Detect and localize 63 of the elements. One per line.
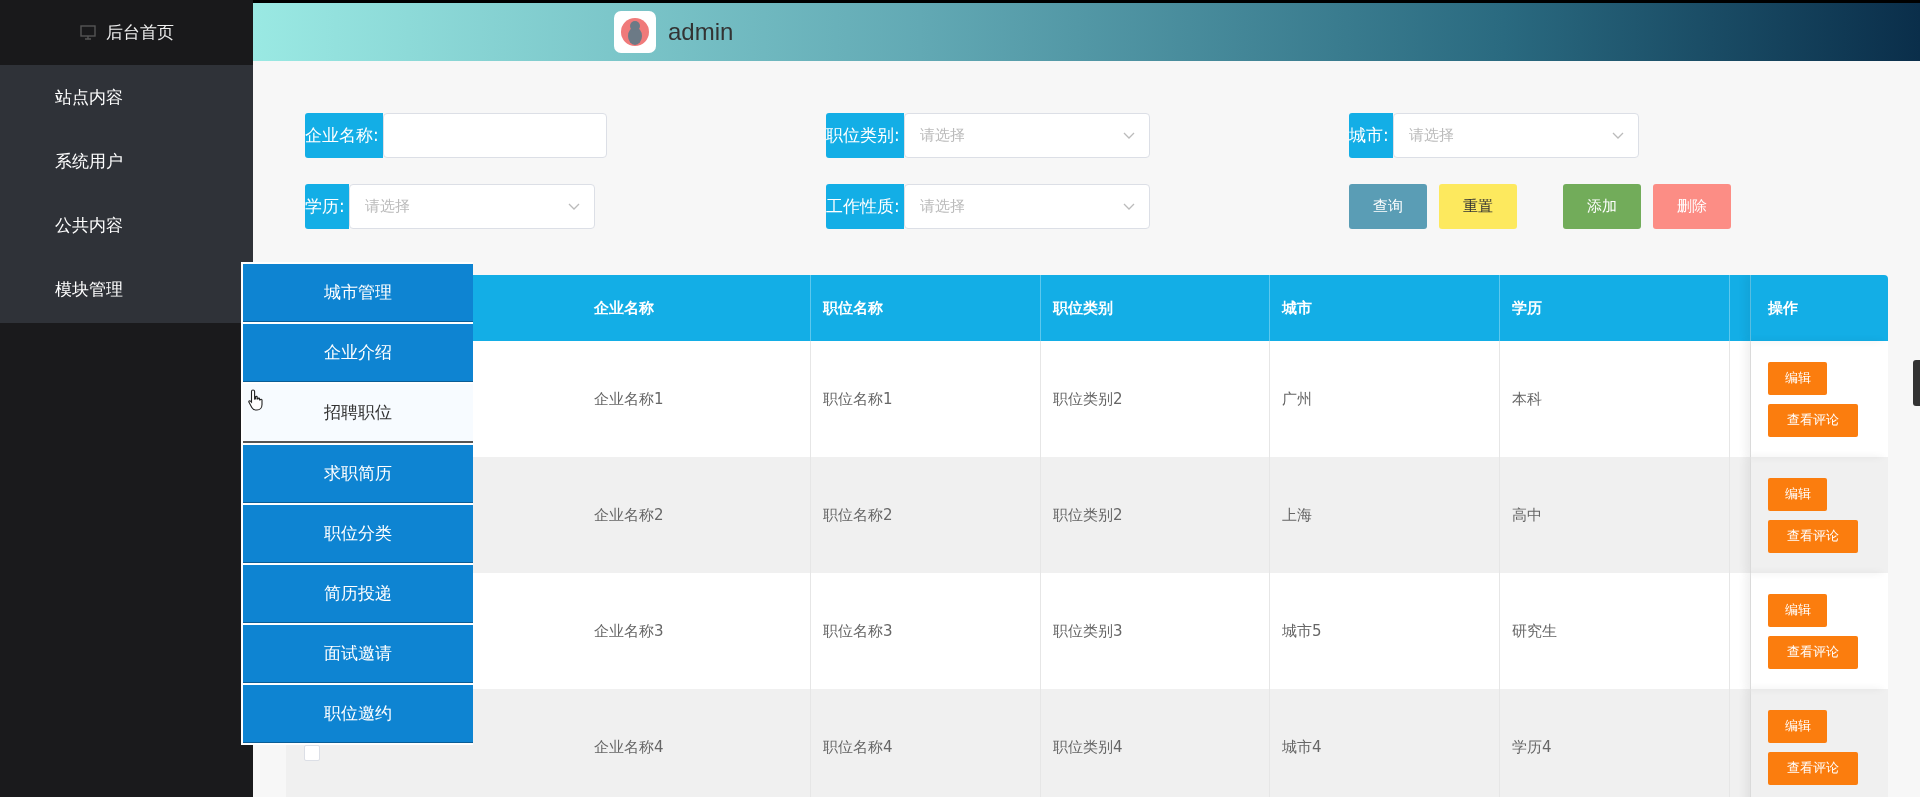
table-cell: 上海 (1282, 505, 1312, 525)
column-header: 操作 (1751, 275, 1888, 342)
action-button[interactable]: 重置 (1439, 184, 1517, 230)
table-cell: 职位名称4 (823, 737, 893, 757)
table-cell: 职位类别3 (1053, 621, 1123, 641)
menu-item[interactable]: 职位邀约 (243, 685, 473, 743)
select-field[interactable]: 请选择 (903, 113, 1150, 159)
edit-button[interactable]: 编辑 (1768, 709, 1827, 743)
field-label: 城市: (1349, 113, 1393, 159)
menu-item[interactable]: 招聘职位 (243, 384, 473, 443)
monitor-icon (79, 25, 96, 40)
field-label: 职位类别: (826, 113, 904, 159)
menu-item[interactable]: 企业介绍 (243, 324, 473, 382)
comments-button[interactable]: 查看评论 (1768, 751, 1858, 785)
menu-item[interactable]: 职位分类 (243, 505, 473, 563)
table-cell: 城市5 (1282, 621, 1322, 641)
action-button[interactable]: 查询 (1349, 184, 1427, 230)
edit-button[interactable]: 编辑 (1768, 361, 1827, 395)
comments-button[interactable]: 查看评论 (1768, 635, 1858, 669)
select-field[interactable]: 请选择 (348, 184, 595, 230)
avatar-icon (614, 11, 656, 54)
table-cell: 城市4 (1282, 737, 1322, 757)
field-label: 企业名称: (305, 113, 383, 159)
scrollbar-thumb[interactable] (1913, 360, 1920, 406)
table-cell: 职位名称3 (823, 621, 893, 641)
menu-item[interactable]: 求职简历 (243, 445, 473, 503)
chevron-down-icon (1611, 131, 1624, 140)
table-cell: 企业名称4 (594, 737, 664, 757)
input-field[interactable] (382, 113, 607, 159)
sidebar-item[interactable]: 系统用户 (0, 129, 253, 193)
table-cell: 学历4 (1512, 737, 1552, 757)
table-cell: 企业名称3 (594, 621, 664, 641)
field-label: 学历: (305, 184, 349, 230)
table-cell: 职位类别4 (1053, 737, 1123, 757)
username: admin (668, 18, 734, 47)
table-cell: 高中 (1512, 505, 1542, 525)
menu-item[interactable]: 城市管理 (243, 264, 473, 322)
comments-button[interactable]: 查看评论 (1768, 403, 1858, 437)
chevron-down-icon (1122, 131, 1135, 140)
table-cell: 本科 (1512, 389, 1542, 409)
table-cell: 职位名称1 (823, 389, 893, 409)
menu-item[interactable]: 面试邀请 (243, 625, 473, 683)
table-cell: 企业名称2 (594, 505, 664, 525)
action-button[interactable]: 添加 (1563, 184, 1641, 230)
table-cell: 职位名称2 (823, 505, 893, 525)
action-button[interactable]: 删除 (1653, 184, 1731, 230)
chevron-down-icon (567, 202, 580, 211)
checkbox[interactable] (304, 745, 320, 762)
edit-button[interactable]: 编辑 (1768, 477, 1827, 511)
select-field[interactable]: 请选择 (903, 184, 1150, 230)
table-cell: 职位类别2 (1053, 389, 1123, 409)
table-cell: 职位类别2 (1053, 505, 1123, 525)
table-cell: 企业名称1 (594, 389, 664, 409)
menu-item[interactable]: 简历投递 (243, 565, 473, 623)
edit-button[interactable]: 编辑 (1768, 593, 1827, 627)
sidebar-item[interactable]: 站点内容 (0, 65, 253, 129)
select-field[interactable]: 请选择 (1392, 113, 1639, 159)
comments-button[interactable]: 查看评论 (1768, 519, 1858, 553)
sidebar-item[interactable]: 公共内容 (0, 193, 253, 257)
field-label: 工作性质: (826, 184, 904, 230)
table-cell: 研究生 (1512, 621, 1557, 641)
table-cell: 广州 (1282, 389, 1312, 409)
chevron-down-icon (1122, 202, 1135, 211)
